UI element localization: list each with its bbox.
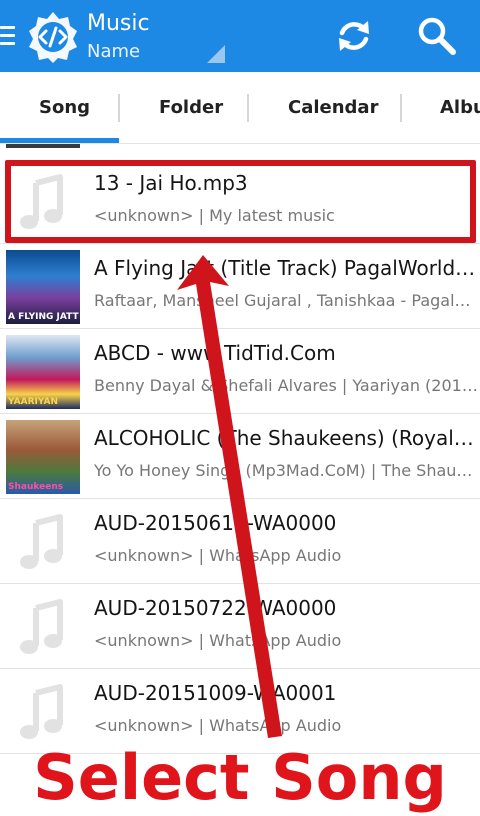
tab-divider — [400, 94, 402, 122]
tab-divider — [118, 94, 120, 122]
song-subtitle: Raftaar, Mansheel Gujaral , Tanishkaa - … — [94, 291, 478, 310]
sort-label[interactable]: Name — [87, 40, 140, 64]
annotation-caption: Select Song — [33, 741, 447, 814]
album-art: Shaukeens — [6, 420, 80, 494]
song-subtitle: Benny Dayal & Shefali Alvares | Yaariyan… — [94, 376, 478, 395]
tab-bar: Song Folder Calendar Albu — [0, 72, 480, 144]
app-title: Music — [87, 11, 150, 36]
tab-album[interactable]: Albu — [440, 72, 480, 143]
song-title: ABCD - www.TidTid.Com — [94, 341, 336, 365]
music-note-icon — [6, 675, 80, 749]
song-title: AUD-20151009-WA0001 — [94, 681, 337, 705]
song-title: AUD-20150619-WA0000 — [94, 511, 337, 535]
album-art: YAARIYAN — [6, 335, 80, 409]
song-subtitle: Yo Yo Honey Singh (Mp3Mad.CoM) | The Sha… — [94, 461, 478, 480]
music-note-icon — [6, 590, 80, 664]
app-bar: Music Name — [0, 0, 480, 72]
code-logo-icon — [26, 9, 80, 63]
song-row[interactable]: A FLYING JATT A Flying Jatt (Title Track… — [0, 244, 480, 329]
song-row[interactable]: Shaukeens ALCOHOLIC (The Shaukeens) (Roy… — [0, 414, 480, 499]
song-subtitle: <unknown> | WhatsApp Audio — [94, 546, 342, 565]
search-button[interactable] — [414, 14, 458, 58]
album-art-text: A FLYING JATT — [8, 312, 79, 322]
music-note-icon — [6, 505, 80, 579]
song-row[interactable]: AUD-20150722-WA0000 <unknown> | WhatsApp… — [0, 584, 480, 669]
song-title: ALCOHOLIC (The Shaukeens) (RoyalJa... — [94, 426, 478, 450]
partial-album-art — [6, 144, 80, 148]
dropdown-corner-icon[interactable] — [207, 45, 225, 63]
song-title: A Flying Jatt (Title Track) PagalWorld.c… — [94, 256, 478, 280]
song-row[interactable]: YAARIYAN ABCD - www.TidTid.Com Benny Day… — [0, 329, 480, 414]
tab-calendar[interactable]: Calendar — [288, 72, 378, 143]
song-list[interactable]: 13 - Jai Ho.mp3 <unknown> | My latest mu… — [0, 144, 480, 816]
tab-song[interactable]: Song — [39, 72, 90, 143]
tab-folder[interactable]: Folder — [159, 72, 223, 143]
album-art: A FLYING JATT — [6, 250, 80, 324]
song-subtitle: <unknown> | WhatsApp Audio — [94, 631, 342, 650]
selected-tab-indicator — [0, 138, 119, 143]
search-icon — [418, 17, 456, 55]
tab-divider — [247, 94, 249, 122]
refresh-icon — [339, 21, 369, 51]
refresh-button[interactable] — [332, 14, 376, 58]
menu-icon[interactable] — [0, 26, 15, 46]
song-title: AUD-20150722-WA0000 — [94, 596, 337, 620]
album-art-text: Shaukeens — [8, 482, 64, 492]
song-subtitle: <unknown> | WhatsApp Audio — [94, 716, 342, 735]
album-art-text: YAARIYAN — [8, 397, 59, 407]
highlight-box — [5, 160, 476, 243]
song-row[interactable]: AUD-20150619-WA0000 <unknown> | WhatsApp… — [0, 499, 480, 584]
